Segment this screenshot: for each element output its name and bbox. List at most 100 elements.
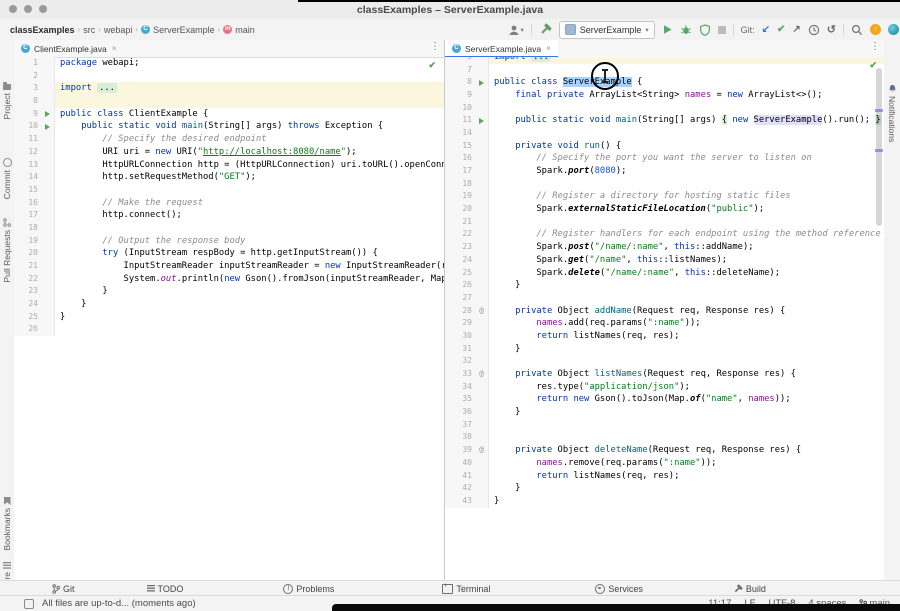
tab-server-example[interactable]: C ServerExample.java × — [445, 40, 558, 57]
code-text[interactable]: public class ServerExample { — [489, 76, 884, 89]
code-text[interactable]: Spark.port(8080); — [489, 165, 884, 178]
code-text[interactable]: } — [489, 343, 884, 356]
usage-stripe-mark[interactable] — [875, 149, 883, 152]
rollback-button[interactable]: ↺ — [827, 23, 836, 36]
line-number[interactable]: 23 — [445, 241, 475, 254]
code-text[interactable]: // Output the response body — [55, 235, 444, 248]
breadcrumb-project[interactable]: classExamples — [10, 25, 75, 35]
code-text[interactable] — [55, 323, 444, 336]
more-options-icon[interactable]: ⋮ — [870, 41, 880, 52]
line-number[interactable]: 37 — [445, 419, 475, 432]
breadcrumb-class[interactable]: ServerExample — [153, 25, 215, 35]
line-number[interactable]: 27 — [445, 292, 475, 305]
line-number[interactable]: 33 — [445, 368, 475, 381]
code-text[interactable] — [489, 355, 884, 368]
code-text[interactable] — [55, 222, 444, 235]
line-number[interactable]: 21 — [14, 260, 41, 273]
line-number[interactable]: 41 — [445, 470, 475, 483]
toolwindow-toggle-icon[interactable] — [24, 599, 34, 609]
line-number[interactable]: 28 — [445, 305, 475, 318]
annotation-gutter-icon[interactable]: @ — [475, 305, 489, 318]
line-number[interactable]: 30 — [445, 330, 475, 343]
line-number[interactable]: 11 — [14, 133, 41, 146]
code-text[interactable] — [489, 64, 884, 77]
line-number[interactable]: 9 — [445, 89, 475, 102]
code-text[interactable]: private void run() { — [489, 140, 884, 153]
line-number[interactable]: 9 — [14, 108, 41, 121]
line-number[interactable]: 14 — [445, 127, 475, 140]
line-number[interactable]: 36 — [445, 406, 475, 419]
code-text[interactable]: http.setRequestMethod("GET"); — [55, 171, 444, 184]
line-number[interactable]: 38 — [445, 431, 475, 444]
line-number[interactable]: 25 — [445, 267, 475, 280]
sidebar-item-project[interactable]: Project — [0, 84, 14, 119]
line-number[interactable]: 8 — [445, 76, 475, 89]
line-number[interactable]: 18 — [14, 222, 41, 235]
code-text[interactable] — [489, 127, 884, 140]
inspections-ok-icon[interactable]: ✔ — [428, 60, 436, 71]
code-text[interactable]: System.out.println(new Gson().fromJson(i… — [55, 273, 444, 286]
line-number[interactable]: 7 — [445, 64, 475, 77]
line-number[interactable]: 17 — [14, 209, 41, 222]
code-text[interactable]: res.type("application/json"); — [489, 381, 884, 394]
code-text[interactable]: Spark.get("/name", this::listNames); — [489, 254, 884, 267]
line-number[interactable]: 29 — [445, 317, 475, 330]
breadcrumb-method[interactable]: main — [235, 25, 255, 35]
code-text[interactable] — [489, 102, 884, 115]
line-number[interactable]: 8 — [14, 95, 41, 108]
run-gutter-icon[interactable] — [475, 76, 489, 89]
code-text[interactable]: names.remove(req.params(":name")); — [489, 457, 884, 470]
annotation-gutter-icon[interactable]: @ — [475, 368, 489, 381]
code-text[interactable]: try (InputStream respBody = http.getInpu… — [55, 247, 444, 260]
line-number[interactable]: 15 — [14, 184, 41, 197]
code-area-server[interactable]: 3import ...78public class ServerExample … — [445, 57, 884, 581]
code-text[interactable] — [55, 184, 444, 197]
code-text[interactable] — [55, 95, 444, 108]
code-text[interactable]: // Specify the port you want the server … — [489, 152, 884, 165]
build-project-button[interactable] — [539, 23, 552, 36]
code-text[interactable]: public static void main(String[] args) {… — [489, 114, 884, 127]
code-text[interactable]: private Object addName(Request req, Resp… — [489, 305, 884, 318]
code-text[interactable]: // Make the request — [55, 197, 444, 210]
line-number[interactable]: 18 — [445, 178, 475, 191]
toolwindow-problems[interactable]: ! Problems — [283, 584, 334, 594]
update-project-button[interactable]: ↙ — [762, 24, 770, 35]
line-number[interactable]: 24 — [14, 298, 41, 311]
line-number[interactable]: 12 — [14, 146, 41, 159]
code-text[interactable] — [489, 419, 884, 432]
line-number[interactable]: 43 — [445, 495, 475, 508]
code-text[interactable]: URI uri = new URI("http://localhost:8080… — [55, 146, 444, 159]
sidebar-item-pull-requests[interactable]: Pull Requests — [0, 218, 14, 282]
stop-button[interactable] — [718, 26, 726, 34]
close-window-button[interactable] — [9, 5, 17, 13]
history-button[interactable] — [808, 24, 820, 36]
sidebar-item-bookmarks[interactable]: Bookmarks — [0, 497, 14, 551]
search-everywhere-button[interactable] — [851, 24, 863, 36]
debug-button[interactable] — [680, 24, 692, 36]
line-number[interactable]: 42 — [445, 482, 475, 495]
breadcrumb-src[interactable]: src — [83, 25, 95, 35]
code-text[interactable]: } — [489, 495, 884, 508]
code-text[interactable]: return new Gson().toJson(Map.of("name", … — [489, 393, 884, 406]
line-number[interactable]: 39 — [445, 444, 475, 457]
line-number[interactable]: 32 — [445, 355, 475, 368]
tab-client-example[interactable]: C ClientExample.java × — [14, 40, 123, 57]
line-number[interactable]: 40 — [445, 457, 475, 470]
code-text[interactable]: InputStreamReader inputStreamReader = ne… — [55, 260, 444, 273]
toolwindow-build[interactable]: Build — [733, 584, 766, 594]
line-number[interactable]: 3 — [14, 82, 41, 95]
line-number[interactable]: 31 — [445, 343, 475, 356]
run-with-coverage-button[interactable] — [699, 24, 711, 36]
code-text[interactable]: http.connect(); — [55, 209, 444, 222]
code-text[interactable]: // Specify the desired endpoint — [55, 133, 444, 146]
ide-update-badge[interactable]: ↑ — [870, 24, 881, 35]
status-message[interactable]: All files are up-to-d... (moments ago) — [42, 598, 196, 609]
code-text[interactable] — [489, 431, 884, 444]
breadcrumb-webapi[interactable]: webapi — [104, 25, 133, 35]
editor-client-example[interactable]: C ClientExample.java × ⋮ 1package webapi… — [14, 40, 445, 581]
line-number[interactable]: 21 — [445, 216, 475, 229]
line-number[interactable]: 22 — [14, 273, 41, 286]
code-text[interactable]: private Object deleteName(Request req, R… — [489, 444, 884, 457]
run-button[interactable] — [662, 24, 673, 35]
line-number[interactable]: 35 — [445, 393, 475, 406]
